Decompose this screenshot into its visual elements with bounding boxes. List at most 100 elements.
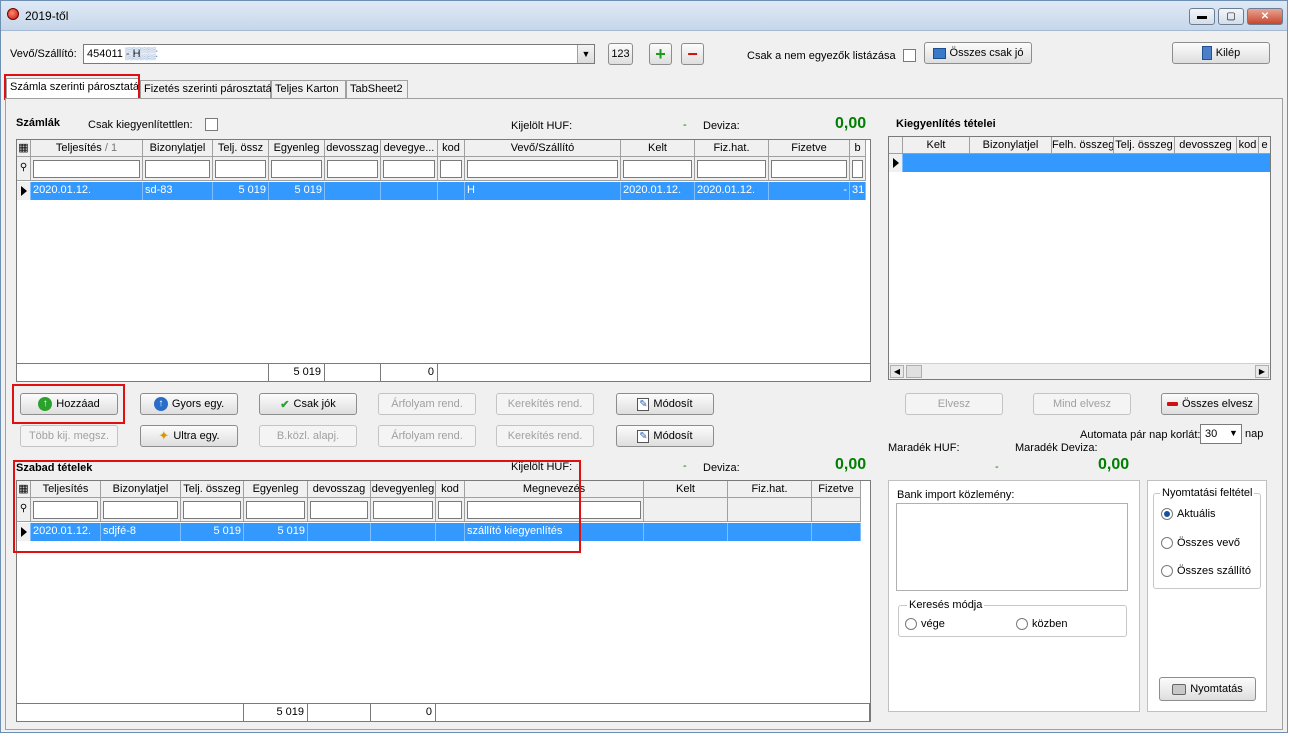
cell-fizetve: - [769,182,850,200]
only-ok-button[interactable]: ✔ Csak jók [259,393,357,415]
col-kelt[interactable]: Kelt [644,481,728,497]
bank-memo-button[interactable]: B.közl. alapj. [259,425,357,447]
tab-payment-matching[interactable]: Fizetés szerinti párosztatás [140,80,277,98]
print-all-customers-radio[interactable]: Összes vevő [1161,537,1240,550]
rounding-button-2[interactable]: Kerekítés rend. [496,425,594,447]
filter-teljesites[interactable] [33,160,140,178]
print-button[interactable]: Nyomtatás [1159,677,1256,701]
printer-icon [1172,683,1187,695]
only-unsettled-checkbox[interactable] [205,118,218,131]
mode-end-radio[interactable]: vége [905,618,945,631]
exchange-rate-button[interactable]: Árfolyam rend. [378,393,476,415]
minimize-button[interactable]: ▬ [1189,8,1215,25]
col-b[interactable]: b [850,140,866,156]
col-kelt[interactable]: Kelt [621,140,695,156]
binoculars-icon: ⚲ [17,157,31,180]
print-condition-group: Nyomtatási feltétel Aktuális Összes vevő… [1153,487,1261,589]
bank-import-label: Bank import közlemény: [897,489,1015,501]
filter-devosszag[interactable] [327,160,378,178]
scroll-right-icon[interactable]: ▶ [1255,365,1269,378]
col-bizonylatjel[interactable]: Bizonylatjel [143,140,213,156]
modify-button[interactable]: ✎ Módosít [616,393,714,415]
radio-selected-icon [1161,508,1173,521]
col-fizetve[interactable]: Fizetve [812,481,861,497]
col-kod[interactable]: kod [438,140,465,156]
col-fizhat[interactable]: Fiz.hat. [695,140,769,156]
col-teljesites[interactable]: Teljesítés / 1 [31,140,143,156]
only-nonmatching-checkbox[interactable] [903,49,916,62]
ultra-match-button[interactable]: ✦ Ultra egy. [140,425,238,447]
filter-b[interactable] [852,160,863,178]
col-fizhat[interactable]: Fiz.hat. [728,481,812,497]
filter-egyenleg[interactable] [271,160,322,178]
col-bizonylatjel[interactable]: Bizonylatjel [970,137,1052,153]
filter-kelt[interactable] [623,160,692,178]
remove-button[interactable]: Elvesz [905,393,1003,415]
filter-fizetve[interactable] [771,160,847,178]
scroll-thumb[interactable] [906,365,922,378]
bank-import-memo[interactable] [896,503,1128,591]
free-deviza-label: Deviza: [703,462,740,474]
col-devegyenleg[interactable]: devegye... [381,140,438,156]
print-all-suppliers-radio[interactable]: Összes szállító [1161,565,1251,578]
col-vevo-szallito[interactable]: Vevő/Szállító [465,140,621,156]
selected-huf-label: Kijelölt HUF: [511,120,573,132]
filter-devegyenleg[interactable] [383,160,435,178]
chevron-down-icon[interactable]: ▼ [1229,428,1238,438]
filter-vevo[interactable] [467,160,618,178]
col-fizetve[interactable]: Fizetve [769,140,850,156]
col-kelt[interactable]: Kelt [903,137,970,153]
col-felh-osszeg[interactable]: Felh. összeg [1052,137,1114,153]
chevron-down-icon[interactable]: ▼ [577,45,594,63]
table-row[interactable]: 2020.01.12. sd-83 5 019 5 019 H 2020.01.… [17,182,866,200]
footer-devosszag [308,704,371,721]
search-mode-group: Keresés módja vége közben [898,599,1127,637]
settlement-grid[interactable]: Kelt Bizonylatjel Felh. összeg Telj. öss… [888,136,1271,380]
remove-every-button[interactable]: Összes elvesz [1161,393,1259,415]
rounding-button[interactable]: Kerekítés rend. [496,393,594,415]
wand-icon: ✦ [158,428,170,443]
print-current-radio[interactable]: Aktuális [1161,508,1216,521]
exit-button[interactable]: Kilép [1172,42,1270,64]
tab-sheet2[interactable]: TabSheet2 [346,80,408,98]
filter-kod[interactable] [440,160,462,178]
quick-match-button[interactable]: ↑ Gyors egy. [140,393,238,415]
column-chooser-icon[interactable]: ▦ [17,140,31,156]
all-ok-button[interactable]: Összes csak jó [924,42,1032,64]
add-icon[interactable]: + [649,43,672,65]
col-telj-osszeg[interactable]: Telj. összeg [1114,137,1175,153]
remove-icon[interactable]: − [681,43,704,65]
modify-button-2[interactable]: ✎ Módosít [616,425,714,447]
cell-fizhat: 2020.01.12. [695,182,769,200]
col-devosszeg[interactable]: devosszeg [1175,137,1237,153]
scroll-left-icon[interactable]: ◀ [890,365,904,378]
close-button[interactable]: ✕ [1247,8,1283,25]
auto-limit-select[interactable]: 30 ▼ [1200,424,1242,444]
col-kod[interactable]: kod [1237,137,1259,153]
tab-page: Számlák Csak kiegyenlítettlen: Kijelölt … [5,98,1283,730]
filter-bizonylatjel[interactable] [145,160,210,178]
invoices-filter-row: ⚲ [17,157,866,181]
code-123-button[interactable]: 123 [608,43,633,65]
maximize-button[interactable]: ▢ [1218,8,1244,25]
col-telj-ossz[interactable]: Telj. össz [213,140,269,156]
horizontal-scrollbar[interactable]: ◀ ▶ [889,363,1270,379]
col-e[interactable]: e [1259,137,1270,153]
selected-huf-value: - [683,119,687,131]
door-icon [1201,46,1212,60]
exchange-rate-button-2[interactable]: Árfolyam rend. [378,425,476,447]
remaining-deviza-label: Maradék Deviza: [1015,442,1098,454]
table-row[interactable] [889,154,1270,172]
remove-all-button[interactable]: Mind elvesz [1033,393,1131,415]
edit-icon: ✎ [637,429,650,443]
multi-release-button[interactable]: Több kij. megsz. [20,425,118,447]
col-egyenleg[interactable]: Egyenleg [269,140,325,156]
partner-select[interactable]: 454011 - H ▒▒▒▒: ▼ [83,44,595,64]
tab-full-ledger[interactable]: Teljes Karton [271,80,346,98]
invoices-grid[interactable]: ▦ Teljesítés / 1 Bizonylatjel Telj. össz… [16,139,871,382]
mode-within-radio[interactable]: közben [1016,618,1067,631]
bank-panel: Bank import közlemény: Keresés módja vég… [888,480,1140,712]
filter-fizhat[interactable] [697,160,766,178]
col-devosszag[interactable]: devosszag [325,140,381,156]
filter-telj-ossz[interactable] [215,160,266,178]
